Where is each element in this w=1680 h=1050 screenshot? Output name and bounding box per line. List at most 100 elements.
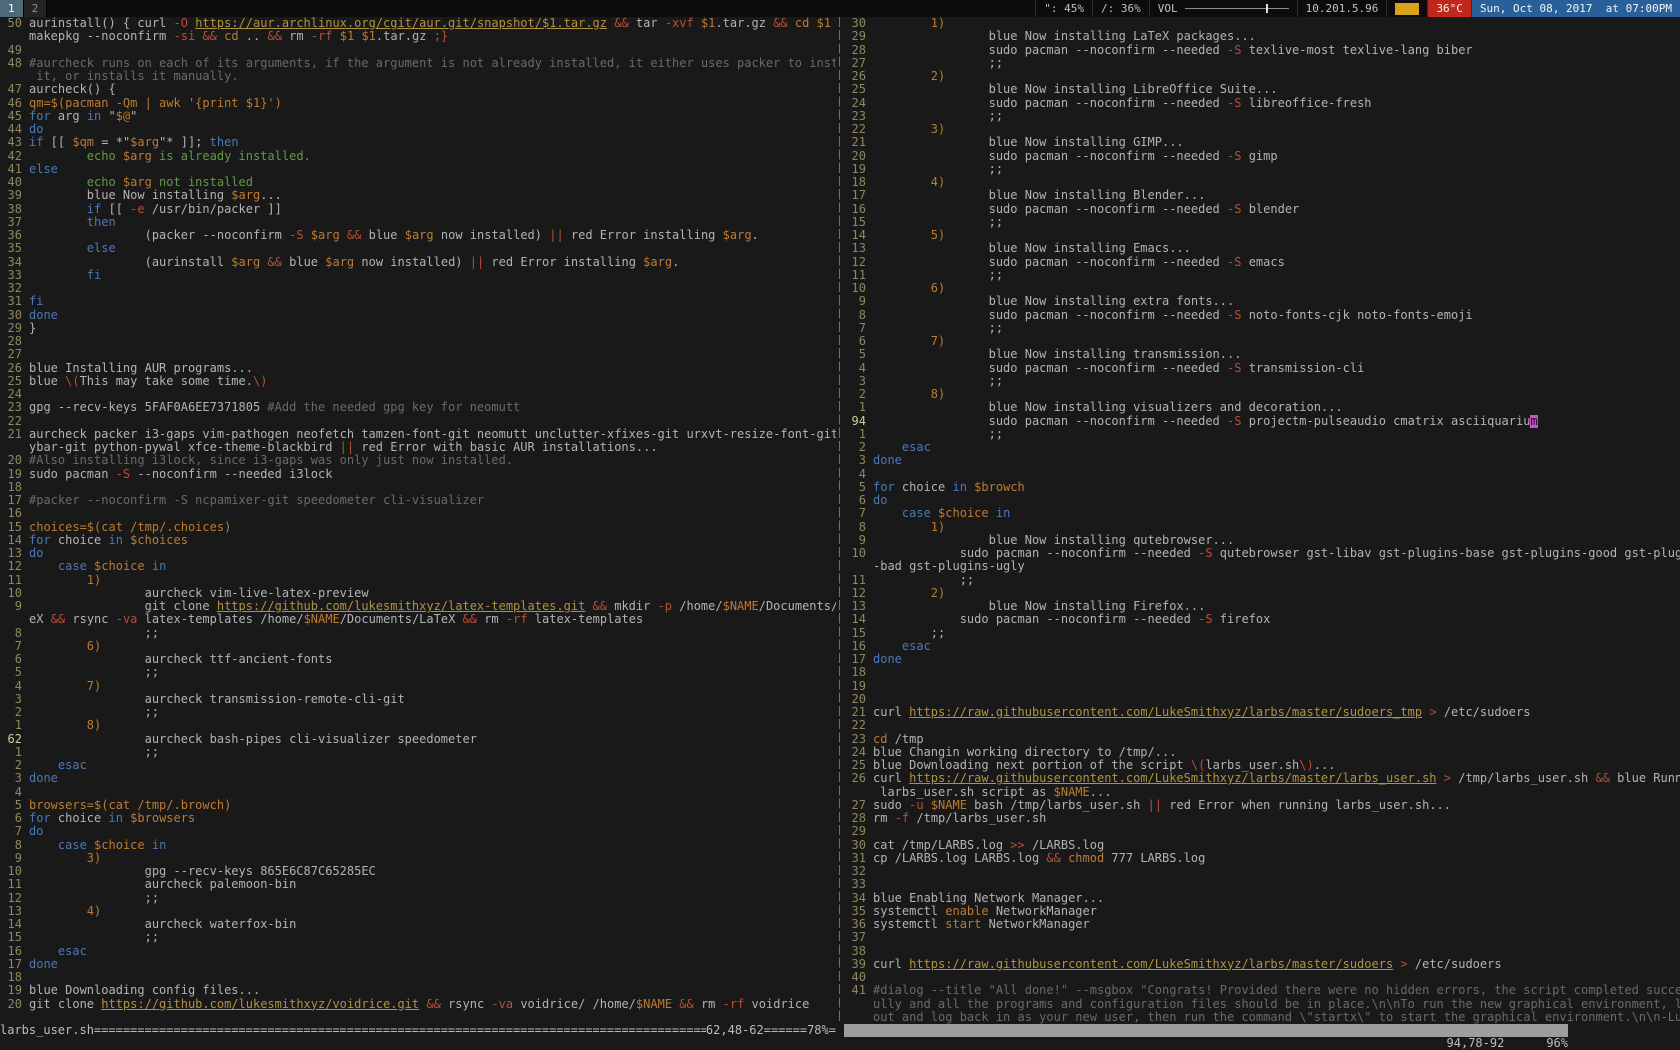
line-number: 18 <box>0 971 29 984</box>
code-row: it, or installs it manually. <box>0 70 836 83</box>
line-number: 25 <box>0 375 29 388</box>
code-row: 29 <box>844 825 1680 838</box>
code-row: 22 3) <box>844 123 1680 136</box>
code-row: 35 else <box>0 242 836 255</box>
line-number <box>0 30 29 43</box>
line-number: 3 <box>0 772 29 785</box>
code-row: 41else <box>0 163 836 176</box>
line-number: 6 <box>0 812 29 825</box>
line-number: 7 <box>0 825 29 838</box>
code-row: 37 then <box>0 216 836 229</box>
line-number: 9 <box>844 534 873 547</box>
code-row: ybar-git python-pywal xfce-theme-blackbi… <box>0 441 836 454</box>
line-number: 18 <box>0 481 29 494</box>
code-text: esac <box>29 759 836 772</box>
code-row: larbs_user.sh script as $NAME... <box>844 786 1680 799</box>
code-text: -bad gst-plugins-ugly <box>873 560 1680 573</box>
code-row: 12 sudo pacman --noconfirm --needed -S e… <box>844 256 1680 269</box>
code-text <box>873 693 1680 706</box>
code-text: aurcheck transmission-remote-cli-git <box>29 693 836 706</box>
code-text: 8) <box>29 719 836 732</box>
code-row: 32 <box>0 282 836 295</box>
line-number <box>844 560 873 573</box>
line-number: 23 <box>844 733 873 746</box>
code-row: 18 <box>0 971 836 984</box>
code-text <box>29 44 836 57</box>
workspace-button-1[interactable]: 1 <box>0 0 24 17</box>
line-number: 31 <box>0 295 29 308</box>
line-number: 15 <box>0 521 29 534</box>
line-number: 11 <box>844 574 873 587</box>
code-row: 7do <box>0 825 836 838</box>
right-editor-pane[interactable]: 30 1)29 blue Now installing LaTeX packag… <box>844 17 1680 1024</box>
code-row: 18 4) <box>844 176 1680 189</box>
code-text: makepkg --noconfirm -si && cd .. && rm -… <box>29 30 836 43</box>
code-row: 2 esac <box>0 759 836 772</box>
code-text <box>873 680 1680 693</box>
line-number: 39 <box>0 189 29 202</box>
line-number: 14 <box>0 918 29 931</box>
code-text: echo $arg not installed <box>29 176 836 189</box>
line-number: 19 <box>0 468 29 481</box>
line-number: 45 <box>0 110 29 123</box>
code-row: 62 aurcheck bash-pipes cli-visualizer sp… <box>0 733 836 746</box>
code-row: 34blue Enabling Network Manager... <box>844 892 1680 905</box>
line-number: 27 <box>844 799 873 812</box>
code-row: 2 ;; <box>0 706 836 719</box>
workspace-button-2[interactable]: 2 <box>24 0 48 17</box>
code-row: 5 ;; <box>0 666 836 679</box>
window-separator[interactable] <box>836 17 844 1024</box>
code-text: ully and all the programs and configurat… <box>873 998 1680 1011</box>
editor-panes: 50aurinstall() { curl -O https://aur.arc… <box>0 17 1680 1024</box>
code-text: blue Downloading next portion of the scr… <box>873 759 1680 772</box>
code-text: blue Now installing Firefox... <box>873 600 1680 613</box>
code-row: 1 blue Now installing visualizers and de… <box>844 401 1680 414</box>
line-number: 38 <box>844 945 873 958</box>
code-text: do <box>29 547 836 560</box>
code-row: 17done <box>844 653 1680 666</box>
code-row: 4 7) <box>0 680 836 693</box>
line-number: 7 <box>0 640 29 653</box>
code-text: sudo pacman --noconfirm --needed -S noto… <box>873 309 1680 322</box>
code-text: blue Now installing Emacs... <box>873 242 1680 255</box>
line-number: 29 <box>844 30 873 43</box>
code-row: 28 sudo pacman --noconfirm --needed -S t… <box>844 44 1680 57</box>
disk-home-module: ": 45% <box>1035 0 1092 17</box>
code-row: 4 <box>0 786 836 799</box>
code-text <box>29 786 836 799</box>
code-text: do <box>29 123 836 136</box>
line-number: 20 <box>0 454 29 467</box>
code-text <box>29 415 836 428</box>
code-text <box>873 878 1680 891</box>
volume-slider[interactable] <box>1185 8 1289 9</box>
line-number: 40 <box>0 176 29 189</box>
line-number: 42 <box>0 150 29 163</box>
code-text: 8) <box>873 388 1680 401</box>
code-text: for arg in "$@" <box>29 110 836 123</box>
code-row: 12 2) <box>844 587 1680 600</box>
line-number: 20 <box>844 150 873 163</box>
code-text: done <box>873 653 1680 666</box>
code-text: sudo pacman --noconfirm --needed -S tran… <box>873 362 1680 375</box>
left-editor-pane[interactable]: 50aurinstall() { curl -O https://aur.arc… <box>0 17 836 1024</box>
code-row: 43if [[ $qm = *"$arg"* ]]; then <box>0 136 836 149</box>
code-row: 26blue Installing AUR programs... <box>0 362 836 375</box>
code-text: then <box>29 216 836 229</box>
code-row: 11 1) <box>0 574 836 587</box>
line-number: 24 <box>844 746 873 759</box>
code-row: 23gpg --recv-keys 5FAF0A6EE7371805 #Add … <box>0 401 836 414</box>
line-number: 5 <box>844 481 873 494</box>
code-row: 13do <box>0 547 836 560</box>
code-text: blue Downloading config files... <box>29 984 836 997</box>
code-row: 38 if [[ -e /usr/bin/packer ]] <box>0 203 836 216</box>
line-number: 26 <box>844 772 873 785</box>
line-number: 31 <box>844 852 873 865</box>
code-row: 2 esac <box>844 441 1680 454</box>
code-row: 45for arg in "$@" <box>0 110 836 123</box>
line-number: 49 <box>0 44 29 57</box>
code-text: (aurinstall $arg && blue $arg now instal… <box>29 256 836 269</box>
code-text: ;; <box>29 892 836 905</box>
volume-slider-thumb[interactable] <box>1266 4 1268 13</box>
code-row: 40 echo $arg not installed <box>0 176 836 189</box>
code-row: 28rm -f /tmp/larbs_user.sh <box>844 812 1680 825</box>
